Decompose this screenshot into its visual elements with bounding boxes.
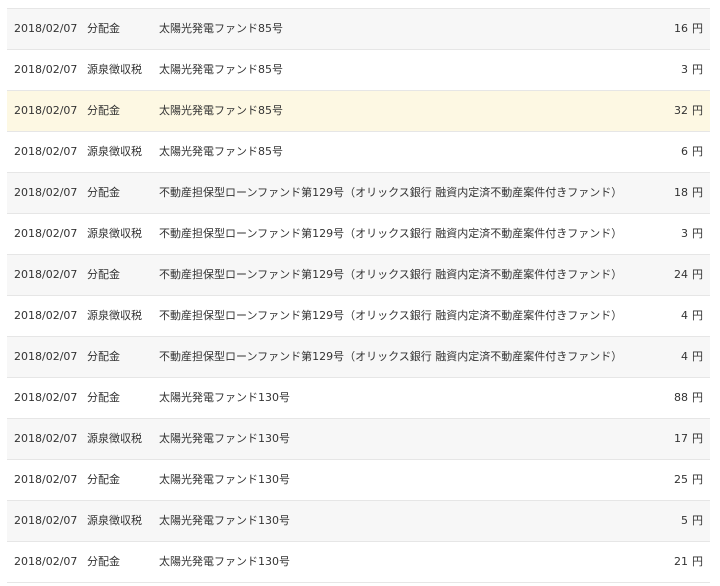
fund-name-cell: 不動産担保型ローンファンド第129号（オリックス銀行 融資内定済不動産案件付きフ…	[159, 309, 623, 322]
amount-value: 3	[681, 227, 688, 240]
amount-value: 21	[674, 555, 688, 568]
amount-value: 25	[674, 473, 688, 486]
amount-value: 24	[674, 268, 688, 281]
amount-value: 16	[674, 22, 688, 35]
type-cell: 源泉徴収税	[87, 432, 142, 445]
date-cell: 2018/02/07	[14, 309, 78, 322]
amount-cell: 5円	[613, 501, 703, 541]
table-row: 2018/02/07 源泉徴収税 太陽光発電ファンド130号 5円	[7, 501, 710, 542]
currency-unit: 円	[692, 432, 703, 445]
type-cell: 分配金	[87, 104, 120, 117]
type-cell: 源泉徴収税	[87, 514, 142, 527]
date-cell: 2018/02/07	[14, 432, 78, 445]
fund-name-cell: 不動産担保型ローンファンド第129号（オリックス銀行 融資内定済不動産案件付きフ…	[159, 227, 623, 240]
fund-name-cell: 不動産担保型ローンファンド第129号（オリックス銀行 融資内定済不動産案件付きフ…	[159, 268, 623, 281]
date-cell: 2018/02/07	[14, 145, 78, 158]
currency-unit: 円	[692, 309, 703, 322]
date-cell: 2018/02/07	[14, 186, 78, 199]
type-cell: 分配金	[87, 473, 120, 486]
amount-cell: 18 円	[613, 173, 703, 213]
currency-unit: 円	[692, 104, 703, 117]
amount-cell: 24 円	[613, 255, 703, 295]
fund-name-cell: 太陽光発電ファンド85号	[159, 22, 283, 35]
table-row: 2018/02/07 分配金 太陽光発電ファンド130号 25 円	[7, 460, 710, 501]
date-cell: 2018/02/07	[14, 555, 78, 568]
date-cell: 2018/02/07	[14, 514, 78, 527]
fund-name-cell: 太陽光発電ファンド130号	[159, 555, 290, 568]
type-cell: 源泉徴収税	[87, 227, 142, 240]
amount-value: 4	[681, 350, 688, 363]
table-row: 2018/02/07 分配金 不動産担保型ローンファンド第129号（オリックス銀…	[7, 173, 710, 214]
currency-unit: 円	[692, 555, 703, 568]
type-cell: 源泉徴収税	[87, 309, 142, 322]
amount-value: 4	[681, 309, 688, 322]
amount-value: 17	[674, 432, 688, 445]
currency-unit: 円	[692, 227, 703, 240]
table-row: 2018/02/07 分配金 太陽光発電ファンド130号 88 円	[7, 378, 710, 419]
date-cell: 2018/02/07	[14, 268, 78, 281]
table-row-highlighted: 2018/02/07 分配金 太陽光発電ファンド85号 32 円	[7, 91, 710, 132]
amount-value: 18	[674, 186, 688, 199]
date-cell: 2018/02/07	[14, 350, 78, 363]
date-cell: 2018/02/07	[14, 227, 78, 240]
fund-name-cell: 太陽光発電ファンド130号	[159, 514, 290, 527]
amount-value: 32	[674, 104, 688, 117]
amount-cell: 88 円	[613, 378, 703, 418]
type-cell: 分配金	[87, 186, 120, 199]
amount-cell: 4円	[613, 337, 703, 377]
table-row: 2018/02/07 源泉徴収税 太陽光発電ファンド85号 6円	[7, 132, 710, 173]
fund-name-cell: 太陽光発電ファンド130号	[159, 432, 290, 445]
type-cell: 分配金	[87, 350, 120, 363]
table-row: 2018/02/07 源泉徴収税 不動産担保型ローンファンド第129号（オリック…	[7, 296, 710, 337]
fund-name-cell: 太陽光発電ファンド85号	[159, 63, 283, 76]
table-row: 2018/02/07 分配金 不動産担保型ローンファンド第129号（オリックス銀…	[7, 337, 710, 378]
amount-value: 3	[681, 63, 688, 76]
amount-cell: 3円	[613, 214, 703, 254]
amount-cell: 3円	[613, 50, 703, 90]
amount-value: 5	[681, 514, 688, 527]
currency-unit: 円	[692, 391, 703, 404]
currency-unit: 円	[692, 186, 703, 199]
currency-unit: 円	[692, 63, 703, 76]
fund-name-cell: 太陽光発電ファンド130号	[159, 391, 290, 404]
date-cell: 2018/02/07	[14, 22, 78, 35]
type-cell: 源泉徴収税	[87, 145, 142, 158]
transaction-table: 2018/02/07 分配金 太陽光発電ファンド85号 16 円 2018/02/…	[7, 8, 710, 583]
table-row: 2018/02/07 分配金 太陽光発電ファンド85号 16 円	[7, 9, 710, 50]
type-cell: 分配金	[87, 22, 120, 35]
amount-value: 6	[681, 145, 688, 158]
amount-value: 88	[674, 391, 688, 404]
fund-name-cell: 不動産担保型ローンファンド第129号（オリックス銀行 融資内定済不動産案件付きフ…	[159, 350, 623, 363]
currency-unit: 円	[692, 145, 703, 158]
amount-cell: 32 円	[613, 91, 703, 131]
amount-cell: 4円	[613, 296, 703, 336]
date-cell: 2018/02/07	[14, 473, 78, 486]
currency-unit: 円	[692, 350, 703, 363]
type-cell: 分配金	[87, 555, 120, 568]
amount-cell: 21 円	[613, 542, 703, 582]
table-row: 2018/02/07 源泉徴収税 不動産担保型ローンファンド第129号（オリック…	[7, 214, 710, 255]
amount-cell: 17 円	[613, 419, 703, 459]
type-cell: 分配金	[87, 268, 120, 281]
table-row: 2018/02/07 分配金 不動産担保型ローンファンド第129号（オリックス銀…	[7, 255, 710, 296]
fund-name-cell: 太陽光発電ファンド85号	[159, 104, 283, 117]
amount-cell: 25 円	[613, 460, 703, 500]
amount-cell: 6円	[613, 132, 703, 172]
table-row: 2018/02/07 源泉徴収税 太陽光発電ファンド85号 3円	[7, 50, 710, 91]
date-cell: 2018/02/07	[14, 104, 78, 117]
currency-unit: 円	[692, 268, 703, 281]
currency-unit: 円	[692, 473, 703, 486]
date-cell: 2018/02/07	[14, 391, 78, 404]
amount-cell: 16 円	[613, 9, 703, 49]
fund-name-cell: 不動産担保型ローンファンド第129号（オリックス銀行 融資内定済不動産案件付きフ…	[159, 186, 623, 199]
type-cell: 分配金	[87, 391, 120, 404]
type-cell: 源泉徴収税	[87, 63, 142, 76]
currency-unit: 円	[692, 514, 703, 527]
table-row: 2018/02/07 源泉徴収税 太陽光発電ファンド130号 17 円	[7, 419, 710, 460]
currency-unit: 円	[692, 22, 703, 35]
date-cell: 2018/02/07	[14, 63, 78, 76]
fund-name-cell: 太陽光発電ファンド85号	[159, 145, 283, 158]
table-row: 2018/02/07 分配金 太陽光発電ファンド130号 21 円	[7, 542, 710, 583]
fund-name-cell: 太陽光発電ファンド130号	[159, 473, 290, 486]
